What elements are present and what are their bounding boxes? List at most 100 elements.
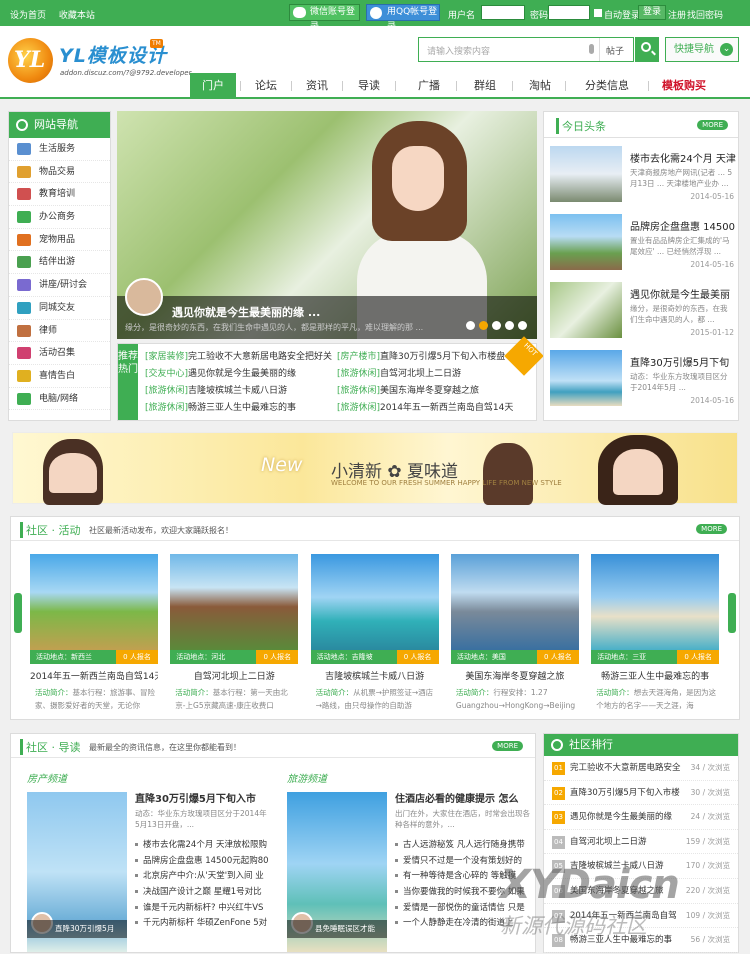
side-nav-item[interactable]: 物品交易 bbox=[9, 161, 110, 184]
nav-item-groups[interactable]: 群组 bbox=[464, 73, 506, 99]
house-channel-image[interactable]: 直降30万引爆5月 bbox=[27, 792, 127, 952]
carousel-next-button[interactable] bbox=[728, 593, 736, 633]
today-item-title[interactable]: 直降30万引爆5月下旬 bbox=[630, 354, 729, 369]
bookmark-link[interactable]: 收藏本站 bbox=[59, 11, 95, 21]
slider-dot[interactable] bbox=[518, 321, 527, 330]
recommend-item-title[interactable]: 2014年五一新西兰南岛自驾14天 bbox=[380, 403, 513, 413]
activity-card[interactable]: 活动地点：美国 0 人报名 美国东海岸冬夏穿越之旅 活动简介：行程安排：1.27 Gu… bbox=[450, 554, 579, 714]
register-link[interactable]: 注册 bbox=[668, 8, 686, 21]
today-item[interactable]: 品牌房企盘盘惠 14500 置业有品品牌房企汇集成的'马尾效应' ... 已经悄然… bbox=[550, 214, 735, 278]
activity-card[interactable]: 活动地点：新西兰 0 人报名 2014年五一新西兰南岛自驾14天 活动简介：基本行程：… bbox=[30, 554, 158, 714]
activity-card-image[interactable] bbox=[591, 554, 720, 650]
recommend-item[interactable]: [家居装修]完工验收不大意新居电路安全把好关 bbox=[145, 349, 332, 366]
recommend-item[interactable]: [旅游休闲]自驾河北坝上二日游 bbox=[337, 366, 525, 383]
travel-channel-heading[interactable]: 旅游频道 bbox=[287, 770, 327, 785]
side-nav-item[interactable]: 律师 bbox=[9, 320, 110, 343]
today-item-image[interactable] bbox=[550, 214, 622, 270]
ranking-item[interactable]: 03 遇见你就是今生最美丽的缘 24 / 次浏览 bbox=[544, 805, 738, 830]
slider-dot[interactable] bbox=[505, 321, 514, 330]
recommend-item[interactable]: [房产楼市]直降30万引爆5月下旬入市楼盘 160 bbox=[337, 349, 525, 366]
recommend-item-category[interactable]: [旅游休闲] bbox=[337, 403, 380, 413]
house-channel-item[interactable]: 楼市去化需24个月 天津放松限购 bbox=[135, 838, 269, 854]
today-item-title[interactable]: 品牌房企盘盘惠 14500 bbox=[630, 218, 735, 233]
search-input[interactable]: 请输入搜索内容 bbox=[427, 44, 490, 57]
slider-dot[interactable] bbox=[479, 321, 488, 330]
ranking-item-title[interactable]: 自驾河北坝上二日游 bbox=[570, 830, 647, 855]
nav-item-collections[interactable]: 淘帖 bbox=[519, 73, 561, 99]
quick-nav-button[interactable]: 快捷导航 ⌄ bbox=[665, 37, 739, 62]
activity-card[interactable]: 活动地点：三亚 0 人报名 畅游三亚人生中最难忘的事 活动简介：想去天涯海角，是因为这… bbox=[591, 554, 720, 714]
today-item[interactable]: 楼市去化需24个月 天津 天津商报房地产网讯(记者 ... 5月13日 ... 天… bbox=[550, 146, 736, 210]
side-nav-item[interactable]: 活动召集 bbox=[9, 342, 110, 365]
recommend-item-title[interactable]: 自驾河北坝上二日游 bbox=[380, 369, 461, 379]
recommend-item-category[interactable]: [旅游休闲] bbox=[337, 386, 380, 396]
side-nav-item[interactable]: 生活服务 bbox=[9, 138, 110, 161]
house-channel-item[interactable]: 谁是千元内新标杆? 中兴红牛VS bbox=[135, 901, 269, 917]
microphone-icon[interactable] bbox=[589, 44, 594, 54]
activity-card-image[interactable] bbox=[450, 554, 579, 650]
login-button[interactable]: 登录 bbox=[638, 5, 667, 20]
slider-title[interactable]: 遇见你就是今生最美丽的缘 ... bbox=[172, 304, 320, 320]
nav-item-broadcast[interactable]: 广播 bbox=[408, 73, 450, 99]
recommend-item-category[interactable]: [交友中心] bbox=[145, 369, 188, 379]
today-item-title[interactable]: 楼市去化需24个月 天津 bbox=[630, 150, 736, 165]
ranking-item-title[interactable]: 完工验收不大意新居电路安全 bbox=[570, 756, 681, 781]
recommend-item-category[interactable]: [旅游休闲] bbox=[145, 386, 188, 396]
house-channel-item[interactable]: 千元内新标杆 华硕ZenFone 5对 bbox=[135, 916, 269, 932]
activity-card-title[interactable]: 2014年五一新西兰南岛自驾14天 bbox=[30, 669, 158, 682]
recommend-item-category[interactable]: [旅游休闲] bbox=[145, 403, 188, 413]
travel-channel-item[interactable]: 古人远游秘笈 凡人远行随身携带 bbox=[395, 838, 525, 854]
nav-item-buy-template[interactable]: 模板购买 bbox=[654, 73, 714, 99]
house-channel-item[interactable]: 品牌房企盘盘惠 14500元起购80 bbox=[135, 854, 269, 870]
travel-channel-image[interactable]: 县免睡眠误区才能 bbox=[287, 792, 387, 952]
wechat-login-button[interactable]: 微信账号登录 bbox=[289, 4, 360, 32]
activity-card[interactable]: 活动地点：河北 0 人报名 自驾河北坝上二日游 活动简介：基本行程：第一天由北京-上G… bbox=[170, 554, 299, 714]
ranking-item[interactable]: 01 完工验收不大意新居电路安全 34 / 次浏览 bbox=[544, 756, 738, 781]
recommend-item[interactable]: [旅游休闲]畅游三亚人生中最难忘的事 bbox=[145, 400, 332, 417]
side-nav-item[interactable]: 教育培训 bbox=[9, 183, 110, 207]
recommend-item-category[interactable]: [房产楼市] bbox=[337, 352, 380, 362]
activity-card-title[interactable]: 美国东海岸冬夏穿越之旅 bbox=[451, 669, 579, 682]
recommend-item-title[interactable]: 直降30万引爆5月下旬入市楼盘 160 bbox=[380, 352, 525, 362]
side-nav-item[interactable]: 喜情告白 bbox=[9, 365, 110, 388]
slider-dot[interactable] bbox=[492, 321, 501, 330]
today-item-image[interactable] bbox=[550, 146, 622, 202]
today-item-image[interactable] bbox=[550, 282, 622, 338]
forgot-password-link[interactable]: 找回密码 bbox=[687, 8, 723, 21]
recommend-item-title[interactable]: 畅游三亚人生中最难忘的事 bbox=[188, 403, 296, 413]
house-channel-headline[interactable]: 直降30万引爆5月下旬入市 bbox=[135, 790, 256, 805]
carousel-prev-button[interactable] bbox=[14, 593, 22, 633]
ranking-item-title[interactable]: 遇见你就是今生最美丽的缘 bbox=[570, 805, 672, 830]
recommend-item-title[interactable]: 完工验收不大意新居电路安全把好关 bbox=[188, 352, 332, 362]
nav-item-news[interactable]: 资讯 bbox=[296, 73, 338, 99]
house-channel-item[interactable]: 北京房产中介:从'天堂'到入间 业 bbox=[135, 869, 269, 885]
activity-card-image[interactable] bbox=[170, 554, 299, 650]
recommend-item[interactable]: [旅游休闲]美国东海岸冬夏穿越之旅 bbox=[337, 383, 525, 400]
today-more-button[interactable]: MORE bbox=[697, 120, 728, 130]
recommend-item-title[interactable]: 吉隆坡槟城兰卡威八日游 bbox=[188, 386, 287, 396]
side-nav-item[interactable]: 结伴出游 bbox=[9, 251, 110, 275]
slider-dot[interactable] bbox=[466, 321, 475, 330]
recommend-item-title[interactable]: 美国东海岸冬夏穿越之旅 bbox=[380, 386, 479, 396]
nav-item-forum[interactable]: 论坛 bbox=[245, 73, 287, 99]
ranking-item[interactable]: 04 自驾河北坝上二日游 159 / 次浏览 bbox=[544, 830, 738, 855]
search-button[interactable] bbox=[635, 37, 659, 62]
logo-icon[interactable]: YL bbox=[8, 38, 53, 83]
activity-card[interactable]: 活动地点：吉隆坡 0 人报名 吉隆坡槟城兰卡威八日游 活动简介：从机票→护照签证→酒店… bbox=[310, 554, 439, 714]
side-nav-item[interactable]: 宠物用品 bbox=[9, 229, 110, 252]
today-item-title[interactable]: 遇见你就是今生最美丽 bbox=[630, 286, 730, 301]
nav-item-portal[interactable]: 门户 bbox=[190, 73, 236, 99]
activity-card-image[interactable] bbox=[310, 554, 439, 650]
recommend-item-category[interactable]: [旅游休闲] bbox=[337, 369, 380, 379]
side-nav-item[interactable]: 电脑/网络 bbox=[9, 388, 110, 411]
auto-login-checkbox[interactable] bbox=[594, 9, 602, 17]
activity-card-title[interactable]: 自驾河北坝上二日游 bbox=[170, 669, 298, 682]
side-nav-item[interactable]: 同城交友 bbox=[9, 297, 110, 320]
hero-slider[interactable]: 遇见你就是今生最美丽的缘 ... 缘分，是很奇妙的东西，在我们生命中遇见的人，都… bbox=[117, 111, 537, 339]
today-item-image[interactable] bbox=[550, 350, 622, 406]
recommend-item-title[interactable]: 遇见你就是今生最美丽的缘 bbox=[188, 369, 296, 379]
side-nav-item[interactable]: 讲座/研讨会 bbox=[9, 274, 110, 297]
ranking-item-title[interactable]: 直降30万引爆5月下旬入市楼 bbox=[570, 781, 680, 806]
nav-item-guide[interactable]: 导读 bbox=[348, 73, 390, 99]
search-scope-select[interactable]: 帖子 bbox=[599, 38, 635, 61]
